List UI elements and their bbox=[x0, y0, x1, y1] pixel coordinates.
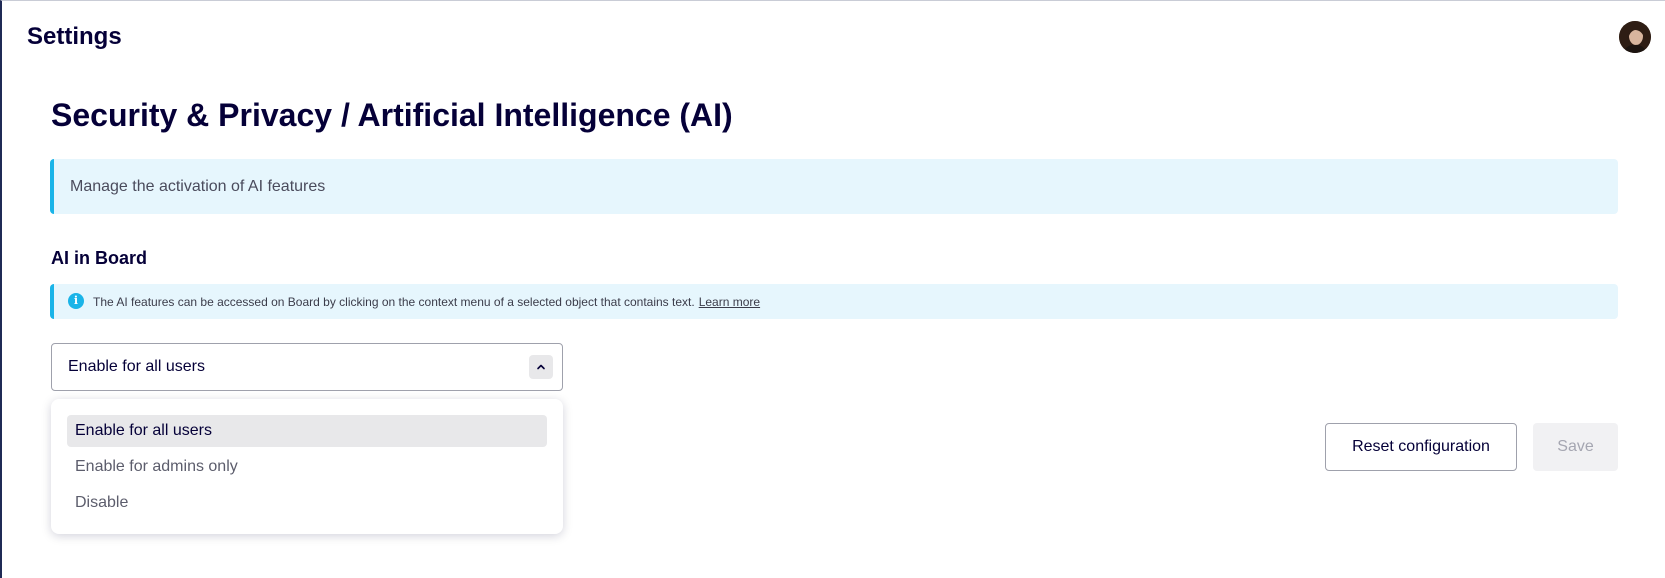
option-disable[interactable]: Disable bbox=[67, 487, 547, 519]
app-title: Settings bbox=[27, 23, 122, 50]
info-callout: i The AI features can be accessed on Boa… bbox=[50, 284, 1618, 319]
select-value: Enable for all users bbox=[68, 358, 205, 375]
user-avatar[interactable] bbox=[1619, 21, 1651, 53]
option-enable-admins-only[interactable]: Enable for admins only bbox=[67, 451, 547, 483]
learn-more-link[interactable]: Learn more bbox=[699, 295, 760, 309]
select-dropdown-menu: Enable for all users Enable for admins o… bbox=[51, 399, 563, 534]
reset-configuration-button[interactable]: Reset configuration bbox=[1325, 423, 1517, 471]
page-title: Security & Privacy / Artificial Intellig… bbox=[51, 97, 733, 133]
option-enable-all-users[interactable]: Enable for all users bbox=[67, 415, 547, 447]
app-window: Settings Security & Privacy / Artificial… bbox=[0, 0, 1665, 578]
banner-text: Manage the activation of AI features bbox=[70, 177, 326, 195]
chevron-up-icon[interactable] bbox=[529, 355, 553, 379]
section-title: AI in Board bbox=[51, 248, 148, 268]
info-text: The AI features can be accessed on Board… bbox=[93, 294, 695, 309]
page-description-banner: Manage the activation of AI features bbox=[50, 159, 1618, 214]
ai-access-select[interactable]: Enable for all users bbox=[51, 343, 563, 391]
save-button[interactable]: Save bbox=[1533, 423, 1618, 471]
info-icon: i bbox=[68, 292, 84, 309]
avatar-image bbox=[1619, 21, 1651, 53]
